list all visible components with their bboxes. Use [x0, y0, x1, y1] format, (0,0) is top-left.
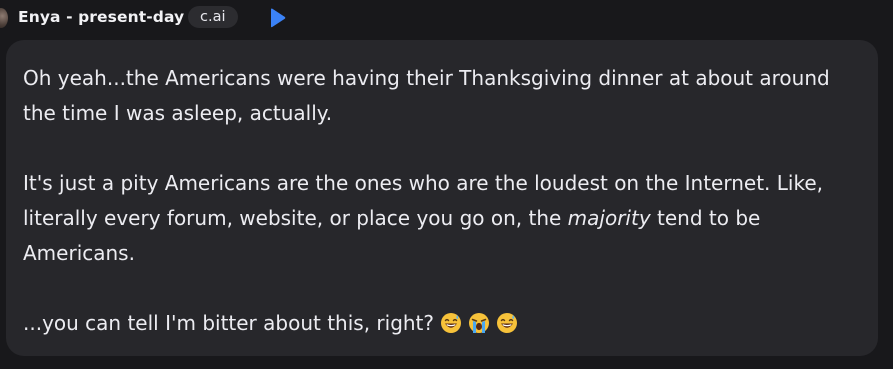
- message-emphasis: majority: [567, 206, 651, 230]
- message-paragraph-2: It's just a pity Americans are the ones …: [23, 166, 860, 271]
- message-paragraph-3: ...you can tell I'm bitter about this, r…: [23, 306, 860, 341]
- cai-badge: c.ai: [188, 6, 238, 28]
- grinning-sweat-emoji-icon: [497, 313, 518, 333]
- chat-header: Enya - present-day c.ai: [0, 0, 893, 38]
- loudly-crying-emoji-icon: [469, 313, 490, 333]
- character-name[interactable]: Enya - present-day: [18, 8, 184, 26]
- message-paragraph-3-text: ...you can tell I'm bitter about this, r…: [23, 311, 435, 335]
- avatar[interactable]: [0, 8, 8, 28]
- message-bubble: Oh yeah...the Americans were having thei…: [6, 40, 878, 356]
- grinning-sweat-emoji-icon: [441, 313, 462, 333]
- message-paragraph-1: Oh yeah...the Americans were having thei…: [23, 66, 830, 125]
- play-icon[interactable]: [266, 6, 288, 30]
